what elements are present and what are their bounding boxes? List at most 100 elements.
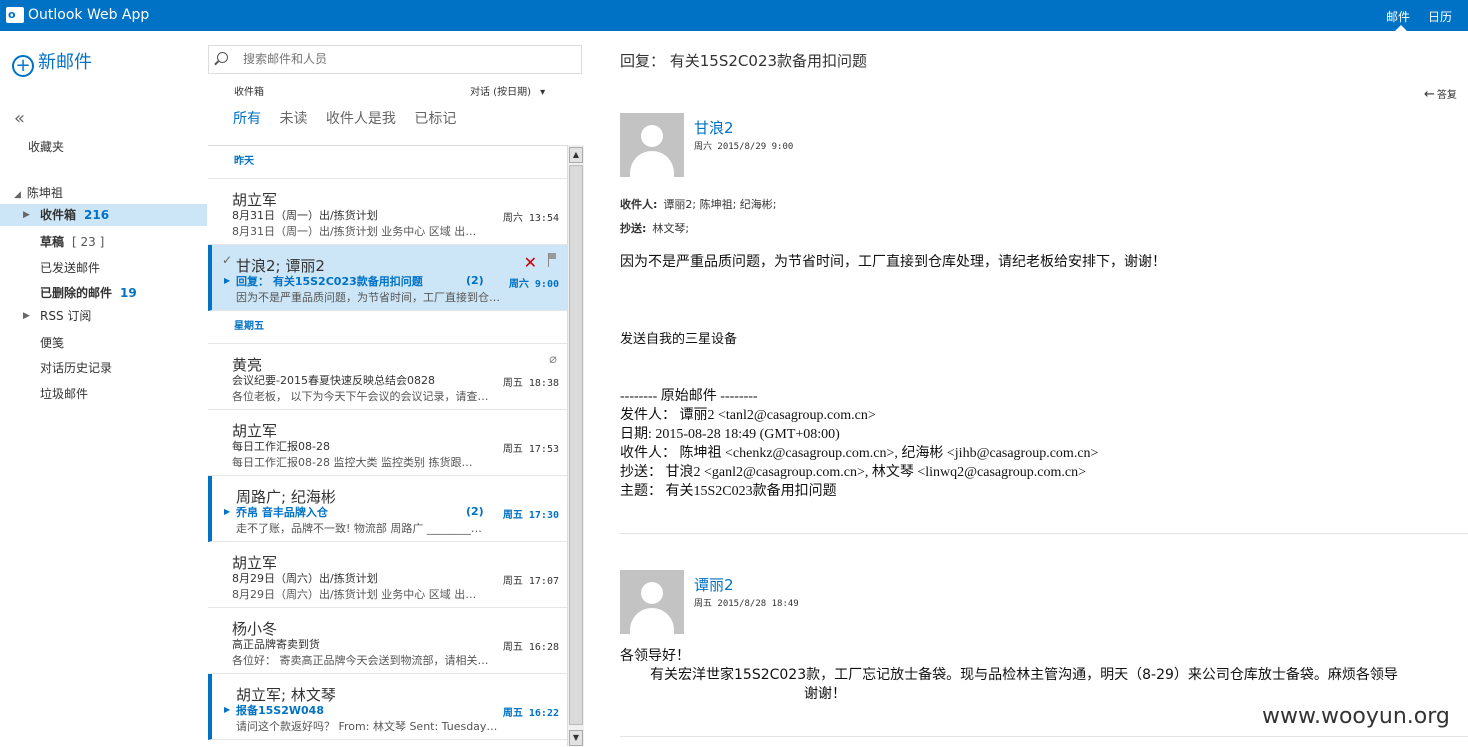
preview: 8月31日（周一）出/拣货计划 业务中心 区域 出… (232, 225, 477, 238)
group-header: 昨天 (208, 146, 567, 179)
folder-inbox[interactable]: ▶ 收件箱 216 (0, 204, 207, 226)
list-item[interactable]: 杨小冬 高正品牌寄卖到货 周五 16:28 各位好： 寄卖高正品牌今天会送到物流… (208, 608, 567, 674)
message-body: 有关宏洋世家15S2C023款，工厂忘记放士备袋。现与品检林主管沟通，明天（8-… (650, 667, 1398, 683)
received-time: 周五 17:07 (502, 576, 559, 587)
filter-unread[interactable]: 未读 (279, 111, 307, 127)
account-header[interactable]: ◢ 陈坤祖 (14, 184, 63, 201)
filter-to-me[interactable]: 收件人是我 (326, 111, 396, 127)
subject: 报备15S2W048 (236, 704, 324, 717)
folder-notes[interactable]: 便笺 (0, 332, 207, 354)
filter-flagged[interactable]: 已标记 (414, 111, 456, 127)
expand-conversation-icon[interactable]: ▶ (224, 705, 230, 714)
scroll-thumb[interactable] (569, 165, 583, 725)
favorites-header[interactable]: 收藏夹 (28, 138, 64, 155)
folder-conversation-history[interactable]: 对话历史记录 (0, 357, 207, 379)
draft-count: [ 23 ] (72, 235, 105, 249)
subject: 8月31日（周一）出/拣货计划 (232, 209, 378, 222)
delete-icon[interactable]: ✕ (524, 253, 537, 272)
to-label: 收件人: (620, 198, 658, 211)
reply-button[interactable]: ← 答复 (1424, 86, 1457, 102)
list-item[interactable]: 黄亮 会议纪要-2015春夏快速反映总结会0828 周五 18:38 各位老板，… (208, 344, 567, 410)
preview: 8月29日（周六）出/拣货计划 业务中心 区域 出… (232, 588, 477, 601)
avatar (620, 570, 684, 634)
received-time: 周五 16:28 (502, 642, 559, 653)
collapse-triangle-icon: ◢ (14, 190, 21, 200)
cc-line: 抄送: 林文琴; (620, 220, 689, 236)
outlook-logo-icon: o (6, 7, 24, 23)
list-item[interactable]: 胡立军 8月29日（周六）出/拣货计划 周五 17:07 8月29日（周六）出/… (208, 542, 567, 608)
message-sender[interactable]: 甘浪2 (694, 117, 734, 138)
received-time: 周五 17:30 (502, 510, 559, 521)
original-from: 发件人： 谭丽2 <tanl2@casagroup.com.cn> (620, 408, 876, 423)
search-icon (217, 52, 228, 63)
received-time: 周六 13:54 (502, 213, 559, 224)
folder-sent[interactable]: 已发送邮件 (0, 257, 207, 279)
list-item[interactable]: 胡立军 每日工作汇报08-28 周五 17:53 每日工作汇报08-28 监控大… (208, 410, 567, 476)
check-icon[interactable]: ✓ (222, 253, 232, 267)
list-scrollbar[interactable]: ▲ ▼ (567, 145, 584, 746)
watermark: www.wooyun.org (1262, 704, 1450, 729)
search-box[interactable] (208, 45, 582, 74)
conversation-count: (2) (466, 274, 484, 287)
conversation-title: 回复： 有关15S2C023款备用扣问题 (620, 52, 868, 70)
preview: 因为不是严重品质问题，为节省时间，工厂直接到仓… (236, 291, 500, 304)
subject: 会议纪要-2015春夏快速反映总结会0828 (232, 374, 435, 387)
new-mail-button[interactable]: + 新邮件 (12, 48, 92, 77)
group-header: 星期五 (208, 311, 567, 344)
original-to: 收件人： 陈坤祖 <chenkz@casagroup.com.cn>, 纪海彬 … (620, 446, 1099, 461)
preview: 请问这个款返好吗？ From: 林文琴 Sent: Tuesday… (236, 720, 498, 733)
preview: 各位老板， 以下为今天下午会议的会议记录，请查… (232, 390, 489, 403)
subject: 回复： 有关15S2C023款备用扣问题 (236, 275, 423, 288)
message-date: 周五 2015/8/28 18:49 (694, 599, 799, 609)
app-title: Outlook Web App (28, 7, 150, 23)
folder-drafts[interactable]: 草稿[ 23 ] (0, 231, 207, 253)
folder-junk[interactable]: 垃圾邮件 (0, 383, 207, 405)
cc-label: 抄送: (620, 222, 647, 235)
list-item-selected[interactable]: ✓ 甘浪2; 谭丽2 ▶ 回复： 有关15S2C023款备用扣问题 (2) 周六… (208, 245, 567, 311)
message-list: 昨天 胡立军 8月31日（周一）出/拣货计划 周六 13:54 8月31日（周一… (208, 145, 567, 747)
folder-rss[interactable]: ▶ RSS 订阅 (0, 305, 207, 327)
original-header: -------- 原始邮件 -------- (620, 389, 758, 404)
flag-icon[interactable] (548, 253, 557, 267)
signature: 发送自我的三星设备 (620, 332, 738, 347)
filter-tabs: 所有 未读 收件人是我 已标记 (233, 108, 470, 128)
nav-mail[interactable]: 邮件 (1386, 8, 1410, 25)
expand-conversation-icon[interactable]: ▶ (224, 276, 230, 285)
subject: 8月29日（周六）出/拣货计划 (232, 572, 378, 585)
list-item[interactable]: 胡立军; 林文琴 ▶ 报备15S2W048 周五 16:22 请问这个款返好吗？… (208, 674, 567, 740)
subject: 高正品牌寄卖到货 (232, 638, 320, 651)
expand-conversation-icon[interactable]: ▶ (224, 507, 230, 516)
preview: 走不了账，品牌不一致! 物流部 周路广 ________… (236, 522, 482, 535)
message-greeting: 各领导好！ (620, 648, 690, 664)
deleted-count: 19 (120, 286, 137, 300)
original-date: 日期: 2015-08-28 18:49 (GMT+08:00) (620, 427, 840, 442)
expand-triangle-icon: ▶ (23, 311, 30, 321)
scroll-down-arrow-icon[interactable]: ▼ (569, 730, 583, 746)
subject: 乔帛 音丰品牌入仓 (236, 506, 328, 519)
unread-count: 216 (84, 208, 110, 222)
preview: 各位好： 寄卖高正品牌今天会送到物流部，请相关… (232, 654, 489, 667)
list-item[interactable]: 胡立军 8月31日（周一）出/拣货计划 周六 13:54 8月31日（周一）出/… (208, 179, 567, 245)
filter-all[interactable]: 所有 (233, 111, 261, 127)
subject: 每日工作汇报08-28 (232, 440, 330, 453)
avatar (620, 113, 684, 177)
received-time: 周五 16:22 (502, 708, 559, 719)
list-item[interactable]: 周路广; 纪海彬 ▶ 乔帛 音丰品牌入仓 (2) 周五 17:30 走不了账，品… (208, 476, 567, 542)
collapse-pane-button[interactable]: « (14, 108, 25, 129)
nav-calendar[interactable]: 日历 (1428, 8, 1452, 25)
original-cc: 抄送： 甘浪2 <ganl2@casagroup.com.cn>, 林文琴 <l… (620, 465, 1086, 480)
received-time: 周五 17:53 (502, 444, 559, 455)
sort-dropdown[interactable]: 对话 (按日期) ▾ (470, 83, 545, 98)
conversation-count: (2) (466, 505, 484, 518)
message-closing: 谢谢！ (804, 686, 846, 702)
new-mail-label: 新邮件 (38, 52, 92, 73)
folder-deleted[interactable]: 已删除的邮件 19 (0, 282, 207, 304)
plus-circle-icon: + (12, 55, 34, 77)
received-time: 周五 18:38 (502, 378, 559, 389)
message-body: 因为不是严重品质问题，为节省时间，工厂直接到仓库处理，请纪老板给安排下，谢谢！ (620, 254, 1166, 270)
scroll-up-arrow-icon[interactable]: ▲ (569, 147, 583, 163)
reply-arrow-icon: ← (1424, 87, 1435, 102)
preview: 每日工作汇报08-28 监控大类 监控类别 拣货跟… (232, 456, 473, 469)
search-input[interactable] (241, 51, 565, 67)
message-sender[interactable]: 谭丽2 (694, 574, 734, 595)
